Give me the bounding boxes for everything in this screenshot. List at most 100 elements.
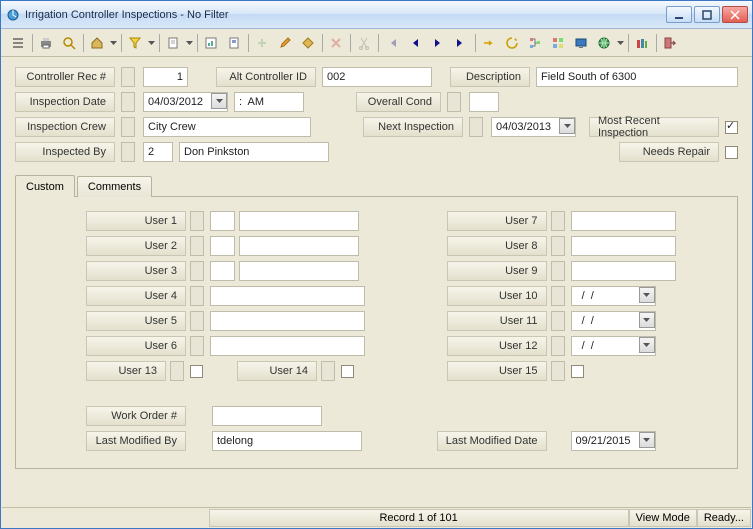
user13-checkbox[interactable] xyxy=(190,365,203,378)
controller-rec-field[interactable] xyxy=(143,67,188,87)
next-inspection-lookup[interactable] xyxy=(469,117,483,137)
next-icon[interactable] xyxy=(427,32,449,54)
close-button[interactable] xyxy=(722,6,748,23)
user14-label: User 14 xyxy=(237,361,317,381)
chevron-down-icon[interactable] xyxy=(211,93,227,109)
chevron-down-icon[interactable] xyxy=(639,432,655,448)
inspection-crew-field[interactable] xyxy=(143,117,311,137)
user13-label: User 13 xyxy=(86,361,166,381)
user4-field[interactable] xyxy=(210,286,365,306)
user3-code[interactable] xyxy=(210,261,235,281)
user15-lookup[interactable] xyxy=(551,361,565,381)
inspected-by-no-field[interactable] xyxy=(143,142,173,162)
alt-controller-id-field[interactable] xyxy=(322,67,432,87)
overall-cond-field[interactable] xyxy=(469,92,499,112)
globe-icon[interactable] xyxy=(593,32,615,54)
minimize-button[interactable] xyxy=(666,6,692,23)
chevron-down-icon[interactable] xyxy=(639,337,655,353)
filter-dropdown[interactable] xyxy=(147,32,156,54)
doc2-icon[interactable] xyxy=(223,32,245,54)
user6-lookup[interactable] xyxy=(190,336,204,356)
user2-code[interactable] xyxy=(210,236,235,256)
user14-checkbox[interactable] xyxy=(341,365,354,378)
window-title: Irrigation Controller Inspections - No F… xyxy=(25,9,664,21)
statusbar: Record 1 of 101 View Mode Ready... xyxy=(2,507,751,527)
user2-lookup[interactable] xyxy=(190,236,204,256)
zoom-icon[interactable] xyxy=(58,32,80,54)
user10-lookup[interactable] xyxy=(551,286,565,306)
inspection-date-field[interactable] xyxy=(143,92,228,112)
overall-cond-lookup[interactable] xyxy=(447,92,461,112)
user2-field[interactable] xyxy=(239,236,359,256)
user5-label: User 5 xyxy=(86,311,186,331)
user10-field[interactable] xyxy=(571,286,656,306)
page-icon[interactable] xyxy=(162,32,184,54)
tree-icon[interactable] xyxy=(524,32,546,54)
user12-field[interactable] xyxy=(571,336,656,356)
house-dropdown[interactable] xyxy=(109,32,118,54)
filter-icon[interactable] xyxy=(124,32,146,54)
user14-lookup[interactable] xyxy=(321,361,335,381)
description-field[interactable] xyxy=(536,67,738,87)
most-recent-label: Most Recent Inspection xyxy=(589,117,719,137)
inspected-by-lookup[interactable] xyxy=(121,142,135,162)
inspection-time-field[interactable] xyxy=(234,92,304,112)
user8-lookup[interactable] xyxy=(551,236,565,256)
user8-label: User 8 xyxy=(447,236,547,256)
user5-lookup[interactable] xyxy=(190,311,204,331)
user4-lookup[interactable] xyxy=(190,286,204,306)
chevron-down-icon[interactable] xyxy=(639,312,655,328)
edit-icon[interactable] xyxy=(274,32,296,54)
inspection-date-lookup[interactable] xyxy=(121,92,135,112)
inspection-crew-lookup[interactable] xyxy=(121,117,135,137)
user7-field[interactable] xyxy=(571,211,676,231)
user1-code[interactable] xyxy=(210,211,235,231)
user1-field[interactable] xyxy=(239,211,359,231)
user13-lookup[interactable] xyxy=(170,361,184,381)
user11-lookup[interactable] xyxy=(551,311,565,331)
last-modified-date-field[interactable] xyxy=(571,431,656,451)
inspected-by-name-field[interactable] xyxy=(179,142,329,162)
goto-icon[interactable] xyxy=(478,32,500,54)
exit-icon[interactable] xyxy=(659,32,681,54)
chart-page-icon[interactable] xyxy=(200,32,222,54)
refresh-icon[interactable] xyxy=(501,32,523,54)
user8-field[interactable] xyxy=(571,236,676,256)
needs-repair-checkbox[interactable] xyxy=(725,146,738,159)
user15-checkbox[interactable] xyxy=(571,365,584,378)
menu-icon[interactable] xyxy=(7,32,29,54)
work-order-field[interactable] xyxy=(212,406,322,426)
user6-field[interactable] xyxy=(210,336,365,356)
user9-field[interactable] xyxy=(571,261,676,281)
user7-lookup[interactable] xyxy=(551,211,565,231)
user4-label: User 4 xyxy=(86,286,186,306)
user3-lookup[interactable] xyxy=(190,261,204,281)
user5-field[interactable] xyxy=(210,311,365,331)
tab-comments[interactable]: Comments xyxy=(77,176,152,197)
prev-icon[interactable] xyxy=(404,32,426,54)
globe-dropdown[interactable] xyxy=(616,32,625,54)
screen-icon[interactable] xyxy=(570,32,592,54)
maximize-button[interactable] xyxy=(694,6,720,23)
user12-lookup[interactable] xyxy=(551,336,565,356)
user9-lookup[interactable] xyxy=(551,261,565,281)
books-icon[interactable] xyxy=(631,32,653,54)
user3-field[interactable] xyxy=(239,261,359,281)
print-icon[interactable] xyxy=(35,32,57,54)
house-icon[interactable] xyxy=(86,32,108,54)
user1-lookup[interactable] xyxy=(190,211,204,231)
next-inspection-field[interactable] xyxy=(491,117,576,137)
chevron-down-icon[interactable] xyxy=(559,118,575,134)
diamond-icon[interactable] xyxy=(297,32,319,54)
controller-rec-lookup[interactable] xyxy=(121,67,135,87)
last-icon[interactable] xyxy=(450,32,472,54)
last-modified-by-field[interactable] xyxy=(212,431,362,451)
work-order-label: Work Order # xyxy=(86,406,186,426)
grid-icon[interactable] xyxy=(547,32,569,54)
user11-field[interactable] xyxy=(571,311,656,331)
user3-label: User 3 xyxy=(86,261,186,281)
most-recent-checkbox[interactable] xyxy=(725,121,738,134)
chevron-down-icon[interactable] xyxy=(639,287,655,303)
page-dropdown[interactable] xyxy=(185,32,194,54)
tab-custom[interactable]: Custom xyxy=(15,175,75,197)
